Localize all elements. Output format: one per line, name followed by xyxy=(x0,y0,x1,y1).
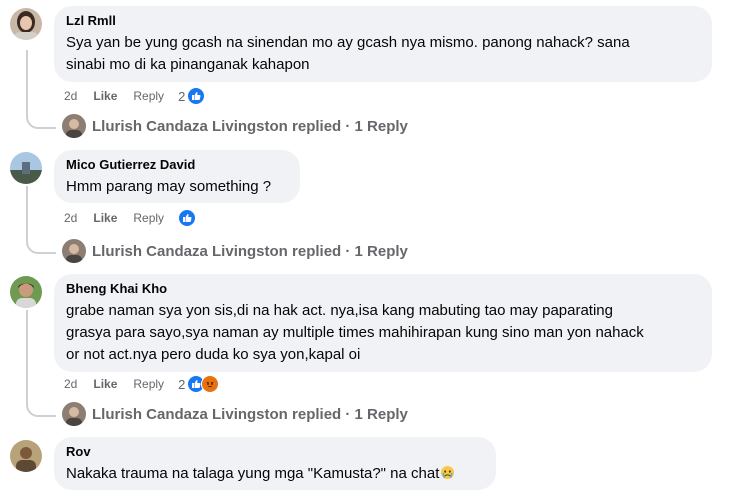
comment-text: Nakaka trauma na talaga yung mga "Kamust… xyxy=(66,463,484,485)
reaction-count: 2 xyxy=(178,88,186,104)
timestamp[interactable]: 2d xyxy=(64,211,77,225)
comment-bubble: Bheng Khai Kho grabe naman sya yon sis,d… xyxy=(54,274,712,372)
comment-bubble: Rov Nakaka trauma na talaga yung mga "Ka… xyxy=(54,437,496,490)
comment-actions: 2d Like Reply 2 xyxy=(64,86,206,106)
replied-text: Llurish Candaza Livingston replied · 1 R… xyxy=(92,242,408,260)
comment-author[interactable]: Mico Gutierrez David xyxy=(66,157,288,173)
reaction-summary[interactable]: 2 xyxy=(178,87,206,105)
thread-connector xyxy=(26,310,56,417)
timestamp[interactable]: 2d xyxy=(64,89,77,103)
comment-actions: 2d Like Reply xyxy=(64,208,197,228)
replied-text: Llurish Candaza Livingston replied · 1 R… xyxy=(92,117,408,135)
thumbs-up-icon xyxy=(178,209,197,227)
crying-face-icon xyxy=(440,465,455,480)
thread-connector xyxy=(26,50,56,129)
comment-text-line: Hmm parang may something ? xyxy=(66,178,272,195)
comment-bubble: Mico Gutierrez David Hmm parang may some… xyxy=(54,150,300,203)
avatar xyxy=(62,239,86,263)
comment-author[interactable]: Bheng Khai Kho xyxy=(66,281,700,297)
avatar[interactable] xyxy=(10,152,42,184)
reply-button[interactable]: Reply xyxy=(133,377,164,391)
thread-connector xyxy=(26,186,56,254)
comment-bubble: Lzl Rmll Sya yan be yung gcash na sinend… xyxy=(54,6,712,82)
timestamp[interactable]: 2d xyxy=(64,377,77,391)
reply-button[interactable]: Reply xyxy=(133,89,164,103)
replied-text: Llurish Candaza Livingston replied · 1 R… xyxy=(92,405,408,423)
like-button[interactable]: Like xyxy=(93,211,117,225)
angry-face-icon xyxy=(201,375,220,393)
avatar[interactable] xyxy=(10,440,42,472)
thumbs-up-icon xyxy=(187,87,206,105)
comment-text-line: grasya para sayo,sya naman ay multiple t… xyxy=(66,324,644,341)
avatar xyxy=(62,114,86,138)
view-replies-link[interactable]: Llurish Candaza Livingston replied · 1 R… xyxy=(62,402,408,426)
reaction-summary[interactable]: 2 xyxy=(178,375,220,393)
comment-text-line: sinabi mo di ka pinanganak kahapon xyxy=(66,56,310,73)
comment-text-line: or not act.nya pero duda ko sya yon,kapa… xyxy=(66,346,361,363)
comment-author[interactable]: Rov xyxy=(66,444,484,460)
avatar[interactable] xyxy=(10,8,42,40)
comment-text-line: grabe naman sya yon sis,di na hak act. n… xyxy=(66,302,613,319)
view-replies-link[interactable]: Llurish Candaza Livingston replied · 1 R… xyxy=(62,239,408,263)
avatar[interactable] xyxy=(10,276,42,308)
reaction-summary[interactable] xyxy=(178,209,197,227)
like-button[interactable]: Like xyxy=(93,89,117,103)
comment-actions: 2d Like Reply 2 xyxy=(64,374,220,394)
comment-text-line: Nakaka trauma na talaga yung mga "Kamust… xyxy=(66,465,440,482)
view-replies-link[interactable]: Llurish Candaza Livingston replied · 1 R… xyxy=(62,114,408,138)
reaction-count: 2 xyxy=(178,376,186,392)
comment-author[interactable]: Lzl Rmll xyxy=(66,13,700,29)
avatar xyxy=(62,402,86,426)
comment-text-line: Sya yan be yung gcash na sinendan mo ay … xyxy=(66,34,630,51)
like-button[interactable]: Like xyxy=(93,377,117,391)
reply-button[interactable]: Reply xyxy=(133,211,164,225)
